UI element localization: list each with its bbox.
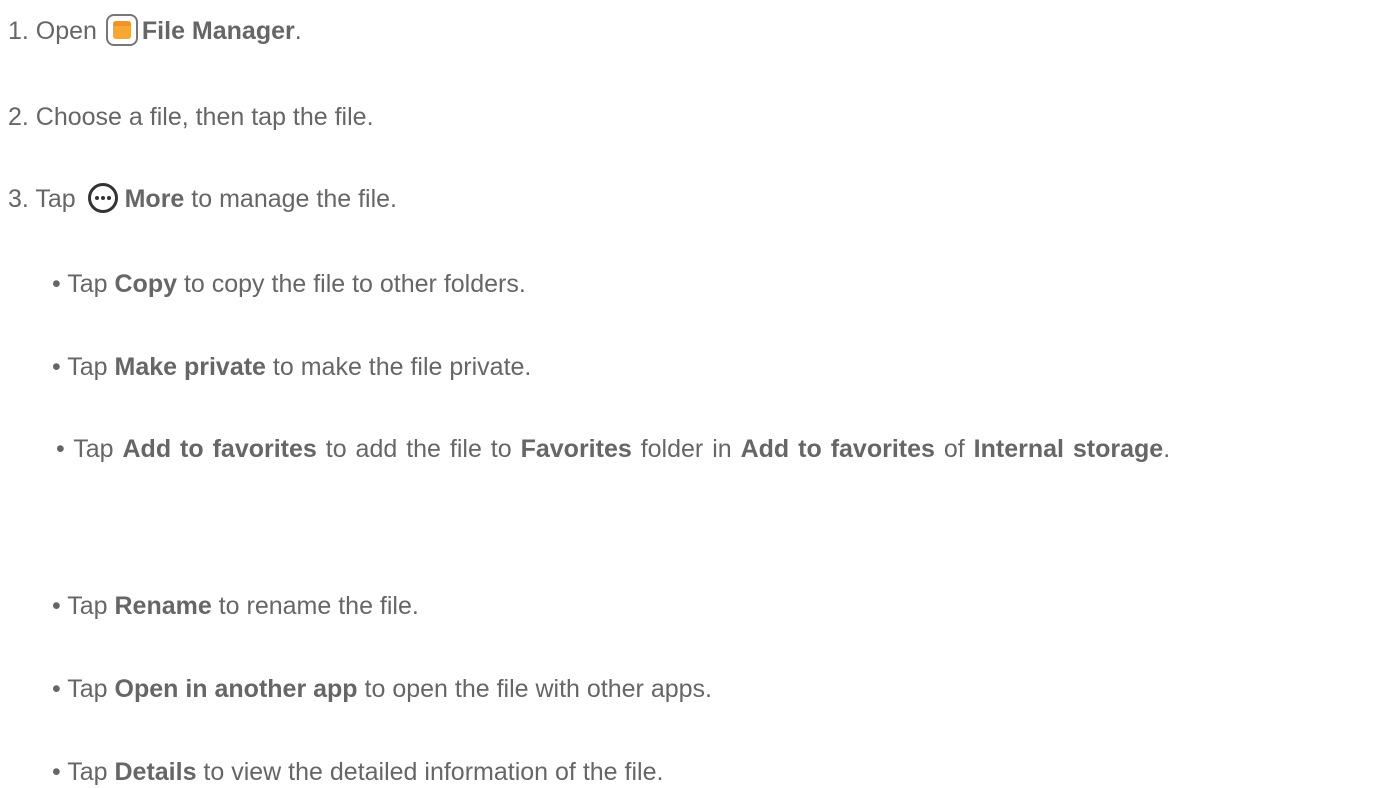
bullet-details-text: to view the detailed information of the … [196,758,664,786]
step-3-prefix: 3. Tap [8,185,76,213]
step-1-suffix: . [294,17,302,45]
file-manager-folder-icon [105,14,138,47]
step-3: 3. Tap More to manage the file. [8,183,397,216]
step-1-prefix: 1. Open [8,17,97,45]
bullet-open-in-another-app-text: to open the file with other apps. [357,675,712,703]
bullet-open-in-another-app: • Tap Open in another app to open the fi… [52,673,712,705]
add-to-favorites-section-label: Add to favorites [740,435,935,463]
step-2-text: 2. Choose a file, then tap the file. [8,103,374,131]
internal-storage-label: Internal storage [973,435,1164,463]
bullet-copy-label: Copy [114,270,178,298]
step-3-suffix: to manage the file. [184,185,397,213]
bullet-details-label: Details [114,758,197,786]
bullet-prefix: • Tap [56,435,123,463]
step-3-action: More [124,185,185,213]
bullet-make-private: • Tap Make private to make the file priv… [52,351,531,383]
favorites-folder-label: Favorites [520,435,632,463]
bullet-prefix: • Tap [52,592,115,620]
bullet-details: • Tap Details to view the detailed infor… [52,756,663,788]
bullet-rename: • Tap Rename to rename the file. [52,590,419,622]
bullet-make-private-label: Make private [114,353,266,381]
bullet-add-to-favorites: • Tap Add to favorites to add the file t… [56,429,1360,469]
more-ellipsis-icon [87,183,118,214]
bullet-open-in-another-app-label: Open in another app [114,675,358,703]
bullet-add-to-favorites-label: Add to favorites [122,435,317,463]
bullet-prefix: • Tap [52,675,115,703]
step-1-app-name: File Manager [141,17,295,45]
bullet-prefix: • Tap [52,353,115,381]
bullet-rename-text: to rename the file. [211,592,419,620]
bullet-add-to-favorites-text-1: to add the file to [316,435,521,463]
step-2: 2. Choose a file, then tap the file. [8,101,374,133]
step-1: 1. Open File Manager. [8,14,302,48]
bullet-add-to-favorites-text-4: . [1163,435,1171,463]
bullet-prefix: • Tap [52,758,115,786]
bullet-add-to-favorites-text-3: of [934,435,974,463]
bullet-rename-label: Rename [114,592,212,620]
bullet-copy-text: to copy the file to other folders. [177,270,526,298]
bullet-add-to-favorites-text-2: folder in [631,435,741,463]
bullet-prefix: • Tap [52,270,115,298]
bullet-copy: • Tap Copy to copy the file to other fol… [52,268,526,300]
bullet-make-private-text: to make the file private. [265,353,532,381]
